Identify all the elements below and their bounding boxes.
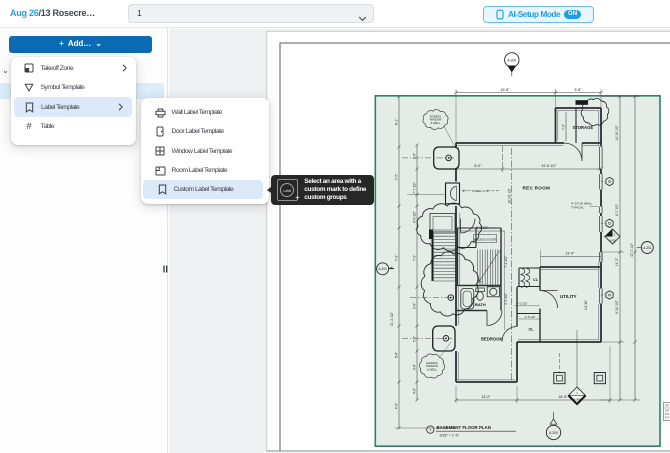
svg-text:3'-6": 3'-6" [412,364,416,370]
svg-text:2'-0": 2'-0" [412,153,416,159]
svg-text:BATH: BATH [475,302,486,307]
svg-text:6'-0 1/2": 6'-0 1/2" [412,211,416,223]
svg-text:13'-2": 13'-2" [481,395,491,399]
svg-text:8'-0 1/2": 8'-0 1/2" [517,301,528,305]
svg-text:A-200: A-200 [549,431,558,435]
svg-text:9'-8": 9'-8" [574,88,582,92]
svg-text:CL: CL [533,278,539,282]
svg-text:7'-4 1/2": 7'-4 1/2" [504,256,508,268]
svg-text:A-360: A-360 [574,399,581,402]
svg-text:A-200: A-200 [507,58,516,62]
svg-text:STORAGE: STORAGE [573,125,594,130]
svg-text:UP: UP [665,409,669,413]
svg-text:8'-0: 8'-0 [665,416,670,420]
svg-text:STEEL O.H.: STEEL O.H. [472,189,489,193]
svg-text:8'-0": 8'-0" [474,164,482,168]
svg-text:18'-10 1/2": 18'-10 1/2" [508,187,512,204]
svg-text:TYPICAL: TYPICAL [571,206,584,210]
svg-text:47'-7 1/2": 47'-7 1/2" [630,242,634,257]
svg-text:UTILITY: UTILITY [560,294,577,299]
svg-text:A-302: A-302 [609,240,616,243]
svg-text:8'-0: 8'-0 [665,412,670,416]
svg-text:1: 1 [429,428,431,432]
svg-text:OP: OP [665,404,669,408]
svg-text:& WELL: & WELL [431,121,441,125]
svg-text:3/16" = 1'-0": 3/16" = 1'-0" [440,434,460,438]
svg-text:& WELL: & WELL [427,367,437,371]
svg-text:7'-2": 7'-2" [395,173,399,180]
svg-text:7'-2": 7'-2" [412,255,416,261]
svg-text:A-201: A-201 [643,246,652,250]
svg-text:7'-2": 7'-2" [395,254,399,261]
svg-text:4'-2": 4'-2" [412,388,416,394]
svg-text:21'-4 1/2": 21'-4 1/2" [390,311,394,326]
svg-text:5'-6": 5'-6" [395,351,399,358]
svg-text:19'-8": 19'-8" [500,88,510,92]
svg-text:9'-10 1/2": 9'-10 1/2" [615,299,619,314]
svg-text:14'-10": 14'-10" [584,300,588,310]
svg-text:13'-9": 13'-9" [565,252,575,256]
svg-text:6'-1": 6'-1" [395,118,399,125]
svg-text:9'-6": 9'-6" [412,303,416,309]
svg-text:14'-2": 14'-2" [615,257,619,266]
svg-text:REC ROOM: REC ROOM [523,185,551,190]
svg-text:7'-7 1/2": 7'-7 1/2" [412,182,416,194]
svg-text:19'-5 1/2": 19'-5 1/2" [541,164,557,168]
svg-text:A-201: A-201 [378,267,387,271]
svg-text:7'-2": 7'-2" [561,124,565,130]
svg-text:BASEMENT FLOOR PLAN: BASEMENT FLOOR PLAN [437,425,491,430]
svg-text:14'-10 1/2": 14'-10 1/2" [615,124,619,141]
svg-text:2'-3 1/2": 2'-3 1/2" [504,293,508,305]
svg-text:CL: CL [529,328,535,332]
svg-text:4'-5 1/2": 4'-5 1/2" [525,315,536,319]
svg-text:4'-0": 4'-0" [395,402,399,409]
svg-text:16'-5": 16'-5" [558,395,568,399]
svg-text:5'-2": 5'-2" [412,336,416,342]
svg-text:BEDROOM: BEDROOM [481,337,503,342]
svg-text:8'-7 1/2": 8'-7 1/2" [615,203,619,216]
